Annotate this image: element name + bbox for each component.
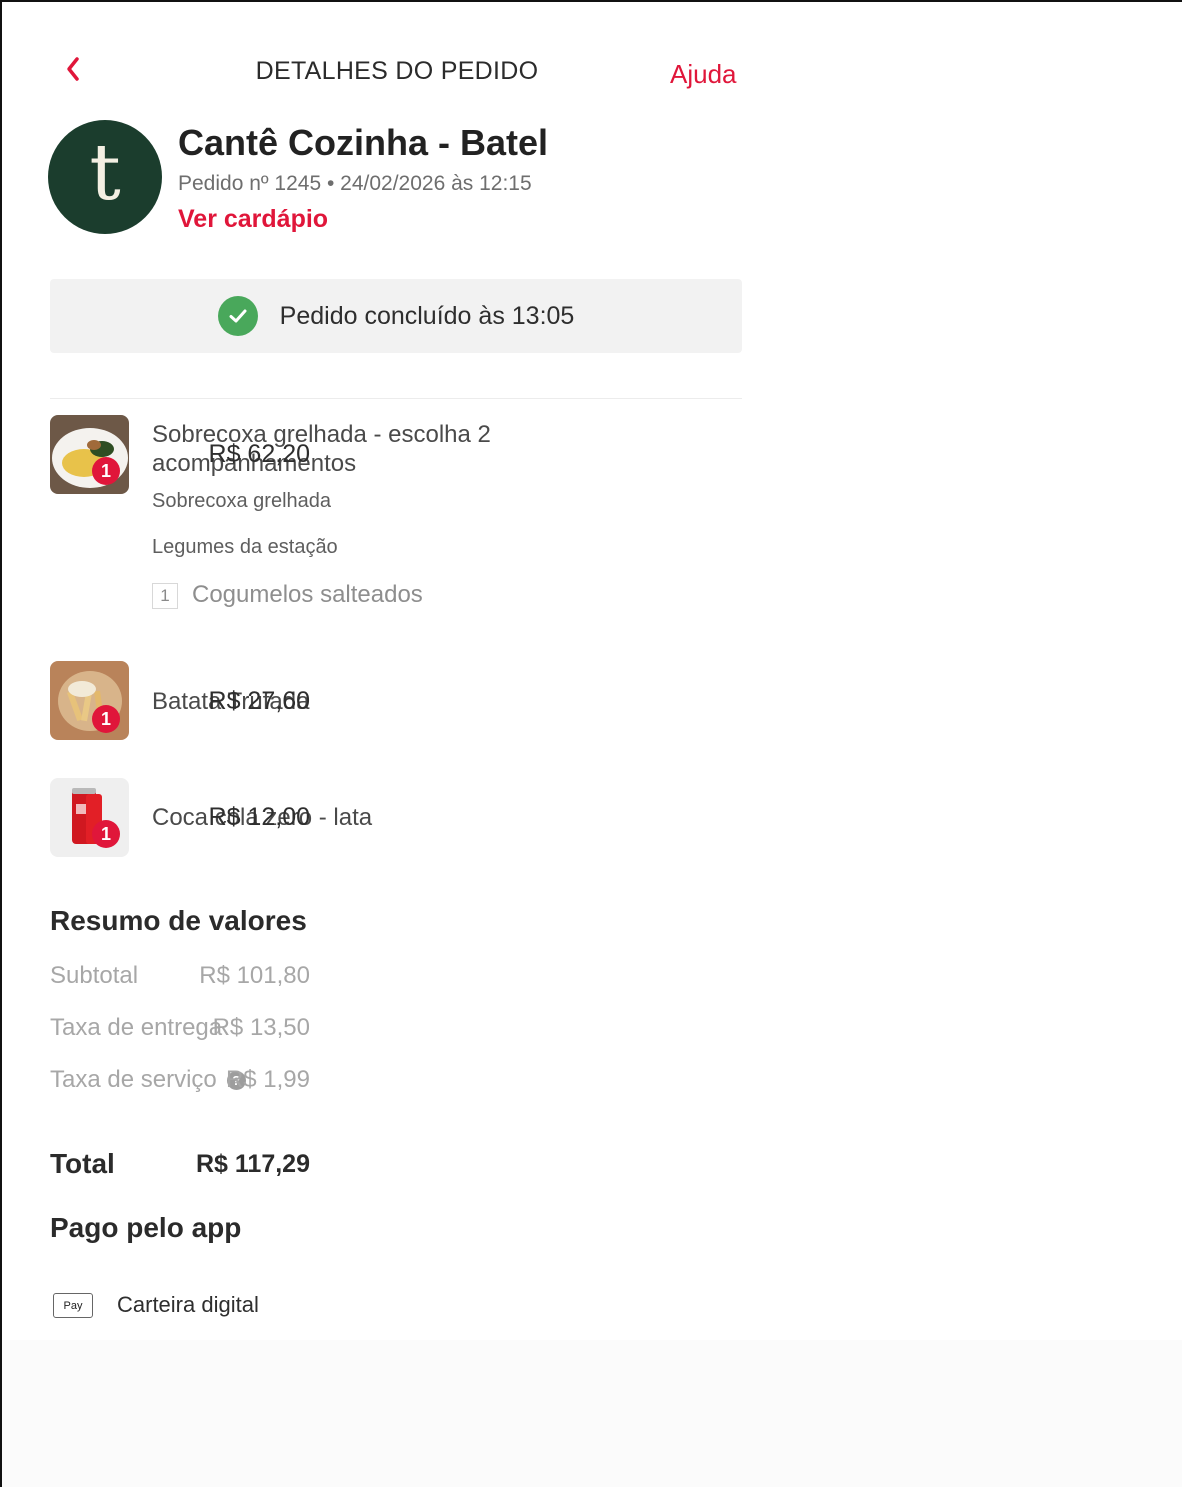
- item-name: Sobrecoxa grelhada - escolha 2 acompanha…: [152, 420, 491, 478]
- item-price: R$ 62,20: [208, 440, 310, 468]
- total-label: Total: [50, 1148, 115, 1179]
- total-value: R$ 117,29: [196, 1150, 310, 1178]
- delivery-fee-label: Taxa de entrega: [50, 1014, 223, 1041]
- page-title: DETALHES DO PEDIDO: [255, 57, 539, 85]
- order-status-banner: Pedido concluído às 13:05: [50, 279, 742, 353]
- service-fee-row: Taxa de serviço?: [50, 1066, 246, 1094]
- check-circle-icon: [217, 296, 258, 336]
- service-fee-label: Taxa de serviço: [50, 1066, 217, 1093]
- item-quantity-badge: 1: [92, 457, 120, 485]
- item-price: R$ 27,60: [208, 687, 310, 715]
- item-image-fries: [50, 661, 129, 740]
- chevron-left-icon: [67, 57, 79, 81]
- payment-title: Pago pelo app: [50, 1212, 242, 1243]
- item-image-chicken: [50, 415, 129, 494]
- summary-title: Resumo de valores: [50, 905, 307, 936]
- subtotal-label: Subtotal: [50, 962, 139, 989]
- order-status-text: Pedido concluído às 13:05: [279, 301, 575, 330]
- order-number-date: Pedido nº 1245 • 24/02/2026 às 12:15: [178, 172, 532, 195]
- help-link[interactable]: Ajuda: [670, 59, 737, 90]
- item-option: Sobrecoxa grelhada: [152, 490, 332, 512]
- extra-quantity: 1: [152, 583, 178, 609]
- order-details-screen: DETALHES DO PEDIDO Ajuda t Cantê Cozinha…: [2, 2, 752, 1340]
- subtotal-value: R$ 101,80: [199, 962, 310, 989]
- digital-wallet-icon: Pay: [53, 1293, 93, 1318]
- extra-name: Cogumelos salteados: [192, 581, 423, 608]
- item-price: R$ 12,00: [208, 803, 310, 831]
- service-fee-value: R$ 1,99: [225, 1066, 310, 1093]
- item-option: Legumes da estação: [152, 536, 338, 558]
- store-logo: t: [48, 120, 162, 234]
- back-button[interactable]: [62, 54, 86, 84]
- wallet-badge-text: Pay: [63, 1299, 83, 1312]
- view-menu-link[interactable]: Ver cardápio: [178, 205, 328, 234]
- item-name-line: acompanhamentos: [152, 450, 357, 477]
- payment-method: Carteira digital: [117, 1292, 259, 1317]
- divider: [50, 398, 742, 399]
- item-quantity-badge: 1: [92, 705, 120, 733]
- item-image-soda-can: [50, 778, 129, 857]
- store-logo-letter: t: [89, 128, 121, 218]
- item-name-line: Sobrecoxa grelhada - escolha 2: [152, 421, 491, 448]
- store-name: Cantê Cozinha - Batel: [178, 122, 549, 163]
- bottom-background: [2, 1340, 1182, 1487]
- item-quantity-badge: 1: [92, 820, 120, 848]
- delivery-fee-value: R$ 13,50: [212, 1014, 310, 1041]
